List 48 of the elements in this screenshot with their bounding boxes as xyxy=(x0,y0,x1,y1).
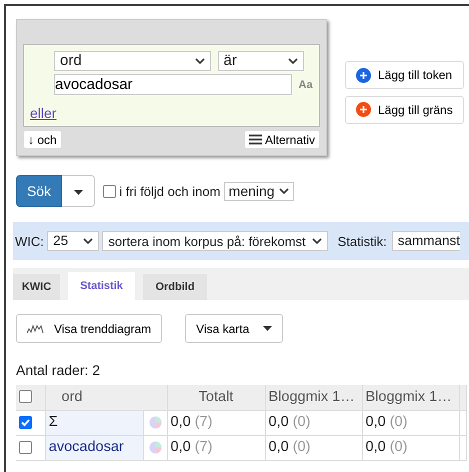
table-cell: 0,0 (7) xyxy=(167,410,265,436)
column-header: Bloggmix 1… xyxy=(265,385,362,410)
table-cell: 0,0 (7) xyxy=(167,435,265,460)
chevron-icon xyxy=(278,188,289,195)
table-cell: 0,0 (0) xyxy=(362,410,459,436)
caret-icon xyxy=(74,190,82,195)
table-cell: 0,0 (0) xyxy=(362,435,459,460)
add-button[interactable]: Lägg till gräns xyxy=(345,96,464,124)
chart-icon xyxy=(27,324,44,334)
scope-select[interactable]: mening xyxy=(224,182,294,201)
trend-button[interactable]: Visa trenddiagram xyxy=(16,314,162,344)
and-button[interactable]: ↓ och xyxy=(23,130,62,150)
or-link[interactable]: eller xyxy=(30,103,56,124)
table-cell: 0,0 (0) xyxy=(265,410,362,436)
chevron-icon xyxy=(312,238,322,245)
tab[interactable]: Ordbild xyxy=(143,274,207,300)
chevron-icon xyxy=(83,238,94,245)
add-button[interactable]: Lägg till token xyxy=(345,61,464,89)
column-header: Bloggmix 1… xyxy=(362,385,459,410)
value-field[interactable]: avocadosar xyxy=(54,74,292,96)
sort-select[interactable]: sortera inom korpus på: förekomst xyxy=(102,231,328,252)
options-button[interactable]: Alternativ xyxy=(244,130,320,150)
chevron-icon xyxy=(288,58,298,64)
table-cell: Σ xyxy=(46,410,142,435)
checkbox-label: i fri följd och inom xyxy=(119,182,220,201)
operator-select[interactable]: är xyxy=(218,51,304,71)
row-count: Antal rader: 2 xyxy=(16,361,102,380)
statistics-select[interactable]: sammanst xyxy=(392,231,460,252)
table-cell: 0,0 (0) xyxy=(265,435,362,460)
row-checkbox[interactable] xyxy=(19,416,32,429)
caret-icon xyxy=(263,326,272,332)
search-button[interactable]: Sök xyxy=(16,175,62,208)
dropdown-button[interactable] xyxy=(62,175,95,208)
statistics-label: Statistik: xyxy=(338,232,387,250)
menu-icon xyxy=(248,134,262,146)
row-checkbox[interactable] xyxy=(19,440,32,454)
attribute-select[interactable]: ord xyxy=(54,51,211,71)
checkbox[interactable] xyxy=(103,184,116,198)
kwic-label: WIC: xyxy=(15,232,44,250)
chevron-icon xyxy=(195,58,205,64)
column-header: ord xyxy=(45,385,167,410)
tab[interactable]: KWIC xyxy=(13,274,60,300)
word-link[interactable]: avocadosar xyxy=(46,436,142,460)
map-button[interactable]: Visa karta xyxy=(185,314,284,344)
column-header: Totalt xyxy=(167,385,265,410)
tab[interactable]: Statistik xyxy=(68,272,135,300)
count-select[interactable]: 25 xyxy=(47,231,100,252)
select-all-checkbox[interactable] xyxy=(19,390,32,404)
